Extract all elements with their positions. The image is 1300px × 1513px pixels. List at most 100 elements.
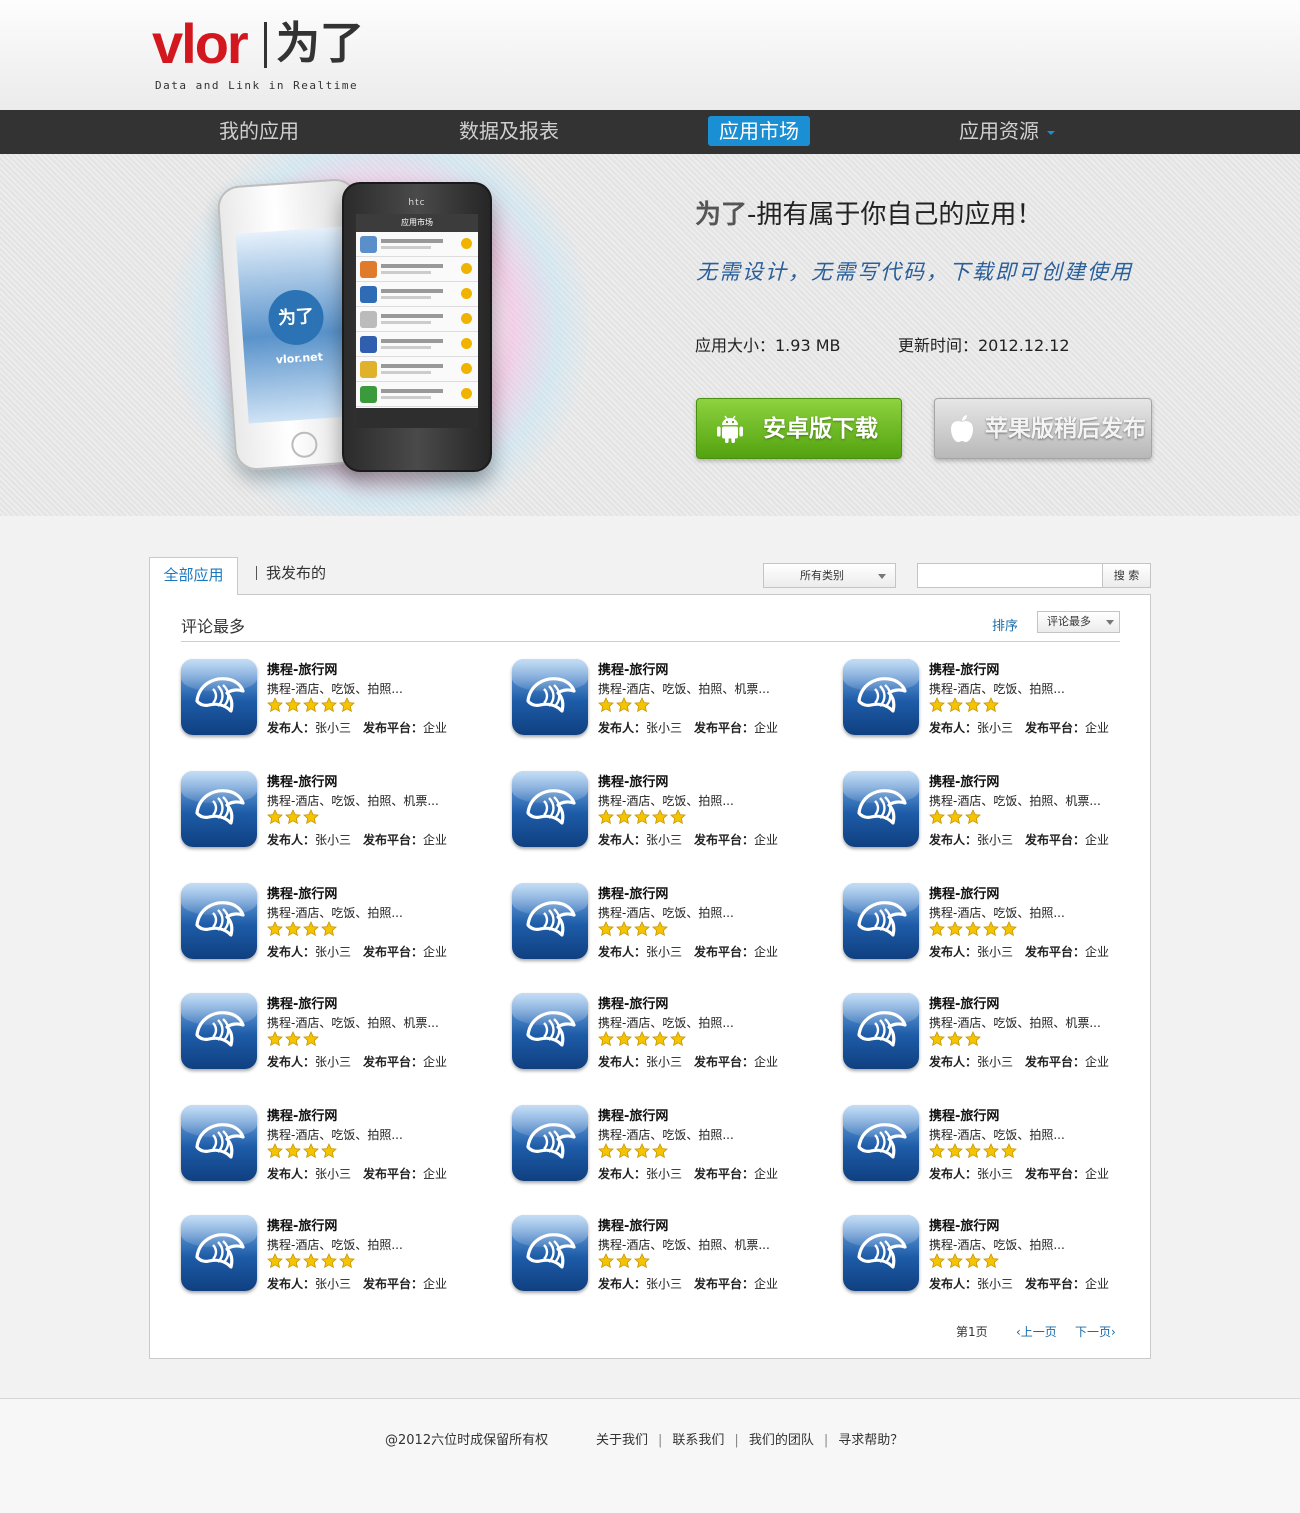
app-card[interactable]: 携程-旅行网 携程-酒店、吃饭、拍照、机票... 发布人：张小三 发布平台：企业 bbox=[512, 1215, 812, 1295]
publisher-value: 张小三 bbox=[315, 1167, 352, 1181]
app-card[interactable]: 携程-旅行网 携程-酒店、吃饭、拍照、机票... 发布人：张小三 发布平台：企业 bbox=[843, 771, 1143, 851]
apple-release-button[interactable]: 苹果版稍后发布 bbox=[934, 398, 1152, 459]
app-icon[interactable] bbox=[843, 993, 919, 1069]
app-card[interactable]: 携程-旅行网 携程-酒店、吃饭、拍照... 发布人：张小三 发布平台：企业 bbox=[843, 883, 1143, 963]
app-name[interactable]: 携程-旅行网 bbox=[598, 659, 668, 678]
app-card[interactable]: 携程-旅行网 携程-酒店、吃饭、拍照... 发布人：张小三 发布平台：企业 bbox=[843, 659, 1143, 739]
android-screen-title: 应用市场 bbox=[356, 214, 478, 232]
footer-link-about[interactable]: 关于我们 bbox=[596, 1433, 648, 1448]
app-icon[interactable] bbox=[512, 883, 588, 959]
star-icon bbox=[598, 697, 614, 713]
publisher-label: 发布人： bbox=[598, 833, 647, 847]
hero-title: 为了-拥有属于你自己的应用！ bbox=[695, 194, 1042, 231]
app-name[interactable]: 携程-旅行网 bbox=[267, 883, 337, 902]
app-meta: 发布人：张小三 发布平台：企业 bbox=[267, 1053, 447, 1070]
star-icon bbox=[965, 1253, 981, 1269]
app-icon[interactable] bbox=[181, 883, 257, 959]
app-card[interactable]: 携程-旅行网 携程-酒店、吃饭、拍照... 发布人：张小三 发布平台：企业 bbox=[181, 883, 481, 963]
publisher-label: 发布人： bbox=[598, 721, 647, 735]
app-card[interactable]: 携程-旅行网 携程-酒店、吃饭、拍照... 发布人：张小三 发布平台：企业 bbox=[843, 1105, 1143, 1185]
app-name[interactable]: 携程-旅行网 bbox=[598, 993, 668, 1012]
sort-select[interactable]: 评论最多 bbox=[1037, 611, 1120, 633]
nav-item-app-resources[interactable]: 应用资源 bbox=[959, 116, 1055, 146]
app-icon[interactable] bbox=[843, 1105, 919, 1181]
app-name[interactable]: 携程-旅行网 bbox=[267, 659, 337, 678]
app-card[interactable]: 携程-旅行网 携程-酒店、吃饭、拍照... 发布人：张小三 发布平台：企业 bbox=[512, 993, 812, 1073]
app-meta: 发布人：张小三 发布平台：企业 bbox=[267, 719, 447, 736]
footer-link-team[interactable]: 我们的团队 bbox=[749, 1433, 814, 1448]
app-card[interactable]: 携程-旅行网 携程-酒店、吃饭、拍照... 发布人：张小三 发布平台：企业 bbox=[512, 1105, 812, 1185]
app-icon[interactable] bbox=[512, 659, 588, 735]
star-icon bbox=[303, 1253, 319, 1269]
app-card[interactable]: 携程-旅行网 携程-酒店、吃饭、拍照、机票... 发布人：张小三 发布平台：企业 bbox=[512, 659, 812, 739]
app-description: 携程-酒店、吃饭、拍照... bbox=[267, 682, 403, 696]
iphone-screen: 为了 vlor.net bbox=[235, 226, 359, 424]
app-name[interactable]: 携程-旅行网 bbox=[267, 1105, 337, 1124]
search-button[interactable]: 搜 索 bbox=[1102, 563, 1151, 588]
star-icon bbox=[339, 697, 355, 713]
android-download-button[interactable]: 安卓版下载 bbox=[696, 398, 902, 459]
app-icon[interactable] bbox=[181, 659, 257, 735]
chevron-down-icon bbox=[1106, 620, 1114, 625]
app-card[interactable]: 携程-旅行网 携程-酒店、吃饭、拍照、机票... 发布人：张小三 发布平台：企业 bbox=[181, 993, 481, 1073]
app-name[interactable]: 携程-旅行网 bbox=[929, 1105, 999, 1124]
app-name[interactable]: 携程-旅行网 bbox=[929, 771, 999, 790]
apple-release-label: 苹果版稍后发布 bbox=[985, 416, 1146, 442]
tab-all-apps[interactable]: 全部应用 bbox=[149, 557, 238, 595]
app-name[interactable]: 携程-旅行网 bbox=[598, 1105, 668, 1124]
category-select[interactable]: 所有类别 bbox=[763, 563, 896, 588]
app-icon[interactable] bbox=[181, 771, 257, 847]
app-name[interactable]: 携程-旅行网 bbox=[598, 1215, 668, 1234]
app-icon[interactable] bbox=[181, 1105, 257, 1181]
nav-item-app-market[interactable]: 应用市场 bbox=[708, 116, 810, 146]
app-name[interactable]: 携程-旅行网 bbox=[929, 659, 999, 678]
star-icon bbox=[598, 809, 614, 825]
app-name[interactable]: 携程-旅行网 bbox=[929, 993, 999, 1012]
app-card[interactable]: 携程-旅行网 携程-酒店、吃饭、拍照... 发布人：张小三 发布平台：企业 bbox=[512, 771, 812, 851]
star-icon bbox=[929, 1031, 945, 1047]
app-icon[interactable] bbox=[512, 771, 588, 847]
site-logo[interactable]: vlor 为了 Data and Link in Realtime bbox=[152, 14, 392, 99]
app-name[interactable]: 携程-旅行网 bbox=[598, 883, 668, 902]
app-card[interactable]: 携程-旅行网 携程-酒店、吃饭、拍照、机票... 发布人：张小三 发布平台：企业 bbox=[843, 993, 1143, 1073]
app-card[interactable]: 携程-旅行网携程-酒店、吃饭、拍照... 发布人：张小三 发布平台：企业 bbox=[181, 659, 481, 739]
app-icon[interactable] bbox=[181, 1215, 257, 1291]
app-icon[interactable] bbox=[843, 771, 919, 847]
publisher-value: 张小三 bbox=[977, 721, 1014, 735]
app-name[interactable]: 携程-旅行网 bbox=[929, 883, 999, 902]
app-icon[interactable] bbox=[512, 1215, 588, 1291]
app-rating bbox=[929, 1031, 983, 1047]
star-icon bbox=[929, 1253, 945, 1269]
app-rating bbox=[929, 809, 983, 825]
star-icon bbox=[929, 809, 945, 825]
app-card[interactable]: 携程-旅行网 携程-酒店、吃饭、拍照... 发布人：张小三 发布平台：企业 bbox=[181, 1105, 481, 1185]
app-name[interactable]: 携程-旅行网 bbox=[267, 1215, 337, 1234]
star-icon bbox=[598, 921, 614, 937]
app-name[interactable]: 携程-旅行网 bbox=[598, 771, 668, 790]
app-icon[interactable] bbox=[512, 1105, 588, 1181]
search-input[interactable] bbox=[917, 563, 1103, 588]
nav-item-my-apps[interactable]: 我的应用 bbox=[219, 116, 299, 146]
tab-my-published[interactable]: 我发布的 bbox=[266, 563, 326, 583]
app-icon[interactable] bbox=[843, 883, 919, 959]
star-icon bbox=[929, 921, 945, 937]
app-name[interactable]: 携程-旅行网 bbox=[267, 993, 337, 1012]
app-icon[interactable] bbox=[843, 659, 919, 735]
footer-link-help[interactable]: 寻求帮助？ bbox=[838, 1433, 903, 1448]
publisher-value: 张小三 bbox=[977, 833, 1014, 847]
app-card[interactable]: 携程-旅行网 携程-酒店、吃饭、拍照... 发布人：张小三 发布平台：企业 bbox=[181, 1215, 481, 1295]
app-name[interactable]: 携程-旅行网 bbox=[929, 1215, 999, 1234]
app-icon[interactable] bbox=[843, 1215, 919, 1291]
pager-prev-link[interactable]: ‹上一页 bbox=[1016, 1323, 1057, 1340]
app-name[interactable]: 携程-旅行网 bbox=[267, 771, 337, 790]
app-description: 携程-酒店、吃饭、拍照... bbox=[929, 906, 1065, 920]
nav-item-data-reports[interactable]: 数据及报表 bbox=[459, 116, 559, 146]
app-card[interactable]: 携程-旅行网 携程-酒店、吃饭、拍照... 发布人：张小三 发布平台：企业 bbox=[843, 1215, 1143, 1295]
footer-link-contact[interactable]: 联系我们 bbox=[672, 1433, 724, 1448]
pager-next-link[interactable]: 下一页› bbox=[1075, 1323, 1116, 1340]
app-card[interactable]: 携程-旅行网 携程-酒店、吃饭、拍照、机票... 发布人：张小三 发布平台：企业 bbox=[181, 771, 481, 851]
app-icon[interactable] bbox=[181, 993, 257, 1069]
app-icon[interactable] bbox=[512, 993, 588, 1069]
publisher-label: 发布人： bbox=[929, 1277, 978, 1291]
app-card[interactable]: 携程-旅行网 携程-酒店、吃饭、拍照... 发布人：张小三 发布平台：企业 bbox=[512, 883, 812, 963]
